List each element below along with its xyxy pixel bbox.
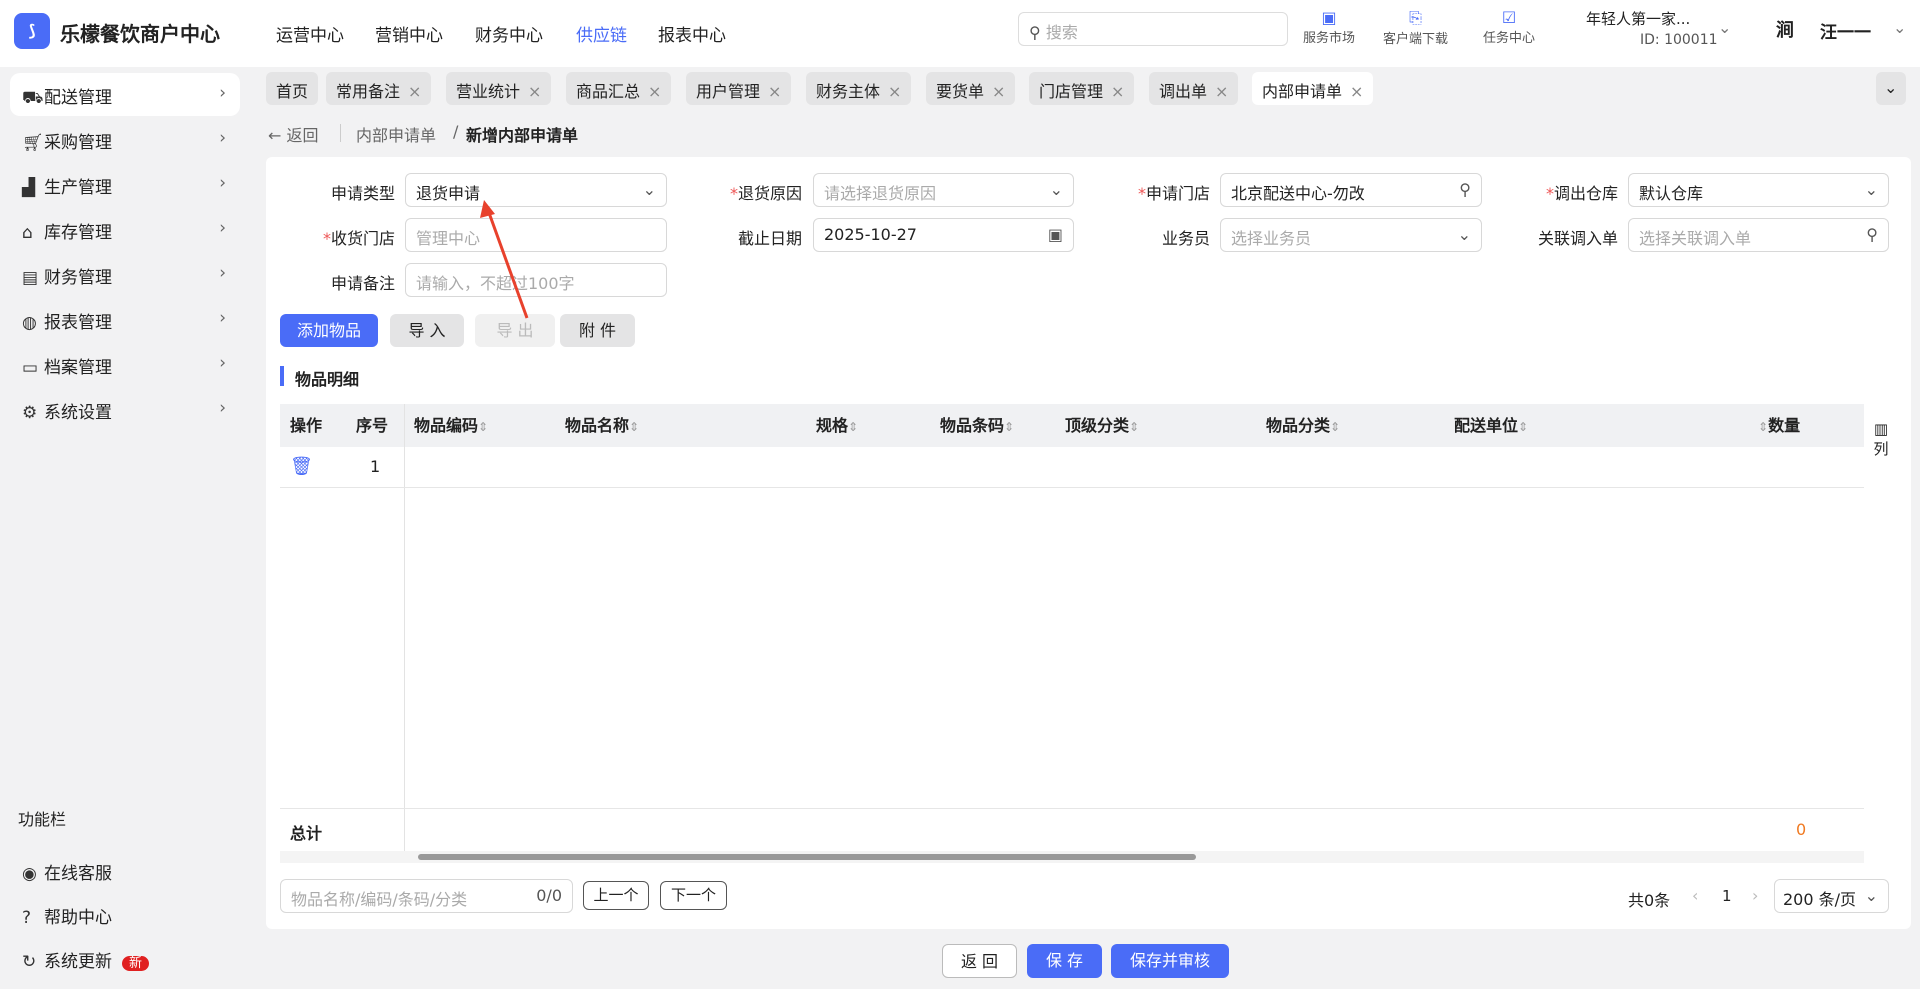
annotation-arrow <box>480 200 529 319</box>
